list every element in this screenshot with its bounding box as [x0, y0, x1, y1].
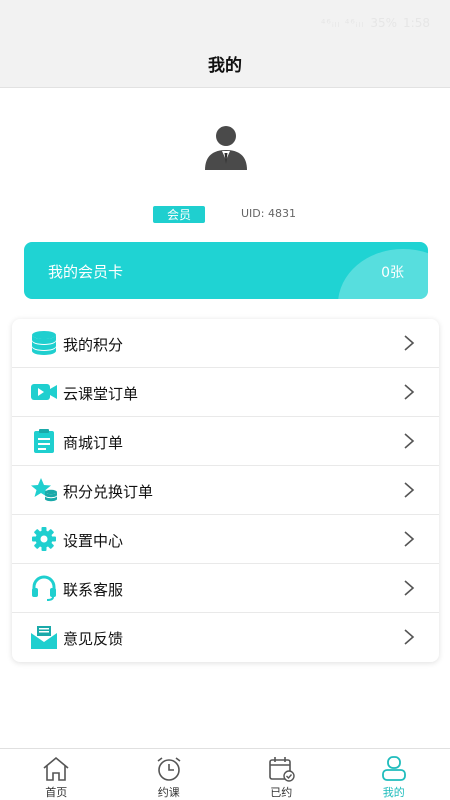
member-badge: 会员: [153, 206, 205, 223]
user-icon: [381, 756, 406, 781]
member-info: 会员 UID: 4831: [0, 206, 450, 224]
alarm-clock-icon: [157, 757, 181, 781]
coins-stack-icon: [32, 331, 56, 355]
menu-label-cloud-class-orders: 云课堂订单: [63, 385, 139, 403]
chevron-right-icon: [404, 335, 415, 351]
menu-item-cloud-class-orders[interactable]: 云课堂订单: [12, 368, 439, 417]
status-bar: ⁴⁶ᵢₗₗ ⁴⁶ᵢₗₗ 35% 1:58: [0, 0, 450, 40]
chevron-right-icon: [404, 629, 415, 645]
chevron-right-icon: [404, 531, 415, 547]
menu-label-feedback: 意见反馈: [63, 630, 124, 648]
page-title: 我的: [208, 56, 242, 76]
gear-icon: [32, 527, 56, 551]
feedback-envelope-icon: [31, 626, 57, 649]
title-bar: 我的: [0, 40, 450, 88]
menu-item-customer-service[interactable]: 联系客服: [12, 564, 439, 613]
calendar-check-icon: [269, 757, 295, 782]
menu-item-points-exchange-orders[interactable]: 积分兑换订单: [12, 466, 439, 515]
tab-booked[interactable]: 已约: [225, 749, 338, 800]
menu-label-mall-orders: 商城订单: [63, 434, 124, 452]
menu-label-points: 我的积分: [63, 336, 124, 354]
member-card[interactable]: 我的会员卡 0张: [24, 242, 428, 299]
signal-text: ⁴⁶ᵢₗₗ ⁴⁶ᵢₗₗ: [321, 16, 365, 30]
menu-list: 我的积分 云课堂订单 商城订单 积分兑换订单 设置中心 联系客服 意见反馈: [12, 319, 439, 662]
star-coins-icon: [31, 478, 57, 502]
menu-label-points-exchange-orders: 积分兑换订单: [63, 483, 154, 501]
chevron-right-icon: [404, 580, 415, 596]
chevron-right-icon: [404, 433, 415, 449]
clipboard-icon: [34, 429, 54, 453]
tab-label-booked: 已约: [270, 786, 293, 799]
chevron-right-icon: [404, 384, 415, 400]
member-card-count: 0张: [381, 265, 404, 281]
menu-item-mall-orders[interactable]: 商城订单: [12, 417, 439, 466]
bottom-tab-bar: 首页 约课 已约 我的: [0, 748, 450, 800]
member-card-label: 我的会员卡: [48, 263, 124, 281]
headset-icon: [32, 575, 56, 601]
status-indicators: ⁴⁶ᵢₗₗ ⁴⁶ᵢₗₗ 35% 1:58: [321, 16, 430, 30]
tab-home[interactable]: 首页: [0, 749, 113, 800]
menu-label-customer-service: 联系客服: [63, 581, 124, 599]
avatar[interactable]: [203, 124, 249, 170]
battery-text: 35%: [370, 16, 398, 30]
tab-label-home: 首页: [45, 786, 68, 799]
chevron-right-icon: [404, 482, 415, 498]
menu-label-settings: 设置中心: [63, 532, 124, 550]
menu-item-settings[interactable]: 设置中心: [12, 515, 439, 564]
video-camera-icon: [31, 384, 57, 400]
menu-item-points[interactable]: 我的积分: [12, 319, 439, 368]
tab-book-class[interactable]: 约课: [113, 749, 226, 800]
clock-text: 1:58: [403, 16, 430, 30]
tab-label-mine: 我的: [382, 786, 405, 799]
menu-item-feedback[interactable]: 意见反馈: [12, 613, 439, 662]
tab-label-book-class: 约课: [157, 786, 180, 799]
uid-text: UID: 4831: [241, 207, 296, 220]
tab-mine[interactable]: 我的: [338, 749, 450, 800]
home-icon: [43, 756, 69, 781]
